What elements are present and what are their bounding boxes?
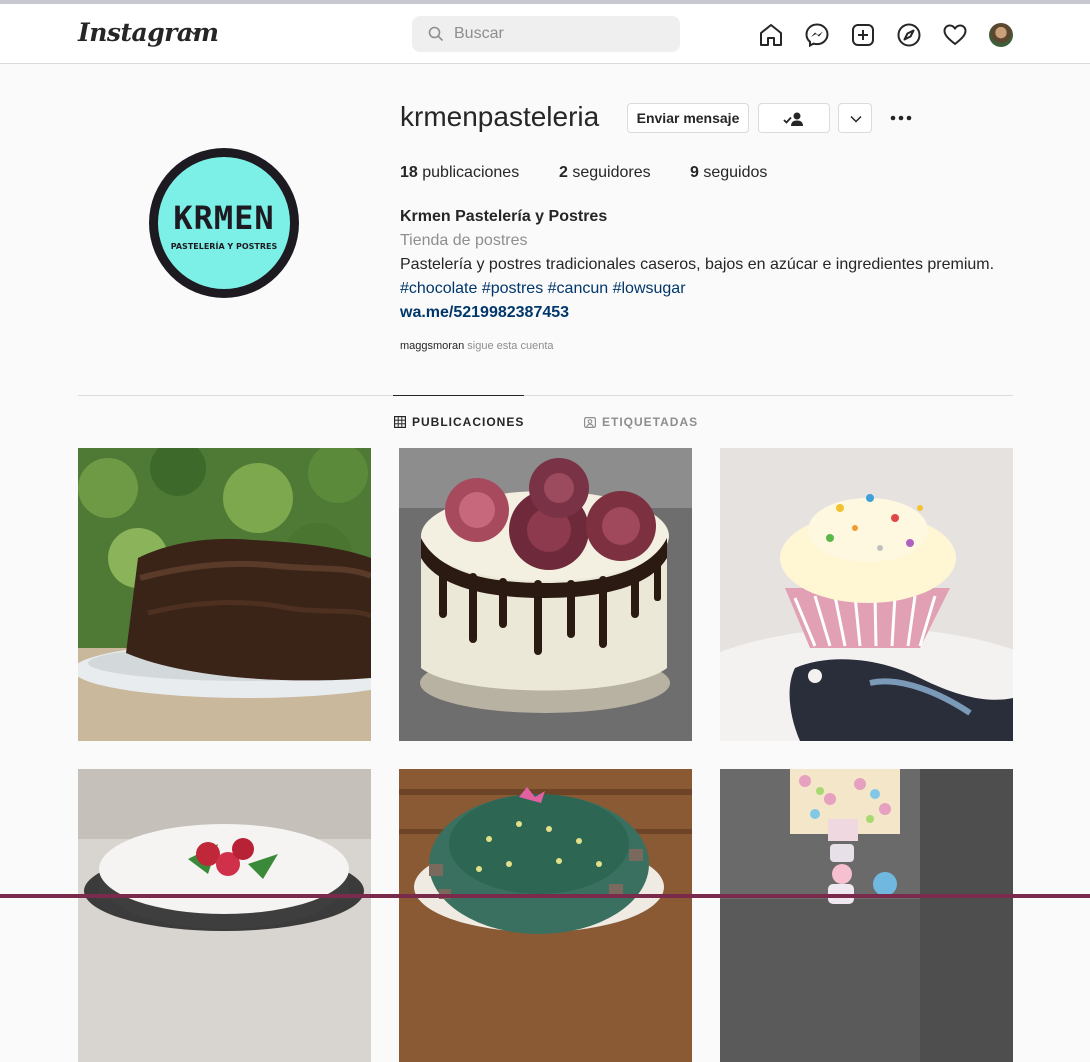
profile-avatar[interactable] <box>989 23 1013 47</box>
send-message-button[interactable]: Enviar mensaje <box>627 103 749 133</box>
profile-username: krmenpasteleria <box>400 101 600 132</box>
candy-gift-box-image <box>720 769 1013 1062</box>
profile-picture-logo: KRMEN PASTELERÍA Y POSTRES <box>158 157 290 289</box>
logo-subtext: PASTELERÍA Y POSTRES <box>170 242 278 251</box>
followed-by-user[interactable]: maggsmoran <box>400 340 464 352</box>
post-thumbnail[interactable] <box>78 769 371 1062</box>
tagged-user-icon <box>584 417 596 428</box>
bio-description: Pastelería y postres tradicionales caser… <box>400 256 995 273</box>
bio-website-link[interactable]: wa.me/5219982387453 <box>400 304 569 322</box>
followers-count[interactable]: 2 seguidores <box>559 164 651 182</box>
post-thumbnail[interactable] <box>399 769 692 1062</box>
more-options-icon[interactable] <box>888 108 914 128</box>
suggestions-dropdown-button[interactable] <box>838 103 872 133</box>
bio-category: Tienda de postres <box>400 232 528 249</box>
new-post-icon[interactable] <box>850 22 876 48</box>
following-count[interactable]: 9 seguidos <box>690 164 767 182</box>
chevron-down-icon[interactable] <box>188 26 200 38</box>
messenger-icon[interactable] <box>804 22 830 48</box>
profile-picture[interactable]: KRMEN PASTELERÍA Y POSTRES <box>149 148 299 298</box>
post-thumbnail[interactable] <box>720 448 1013 741</box>
search-box[interactable] <box>412 16 680 52</box>
top-navbar: Instagram <box>0 4 1090 64</box>
raspberry-cake-image <box>78 769 371 1062</box>
tabs-divider <box>78 395 1013 396</box>
explore-icon[interactable] <box>896 22 922 48</box>
search-input[interactable] <box>454 16 674 52</box>
following-button[interactable] <box>758 103 830 133</box>
cactus-cake-image <box>399 769 692 1062</box>
drip-cake-roses-image <box>399 448 692 741</box>
post-thumbnail[interactable] <box>399 448 692 741</box>
bio-full-name: Krmen Pastelería y Postres <box>400 208 608 225</box>
chocolate-cake-image <box>78 448 371 741</box>
logo-text: KRMEN <box>173 199 275 237</box>
chevron-down-icon <box>850 115 862 123</box>
active-tab-indicator <box>393 395 524 396</box>
search-icon <box>428 26 444 42</box>
grid-icon <box>394 416 406 428</box>
bio-hashtags[interactable]: #chocolate #postres #cancun #lowsugar <box>400 280 686 298</box>
posts-count: 18 publicaciones <box>400 164 520 181</box>
activity-heart-icon[interactable] <box>942 22 968 48</box>
bottom-border <box>0 894 1090 898</box>
cupcake-sprinkles-image <box>720 448 1013 741</box>
followed-by-note: maggsmoran sigue esta cuenta <box>400 340 554 352</box>
person-check-icon <box>783 112 803 126</box>
post-thumbnail[interactable] <box>720 769 1013 1062</box>
post-thumbnail[interactable] <box>78 448 371 741</box>
home-icon[interactable] <box>758 22 784 48</box>
